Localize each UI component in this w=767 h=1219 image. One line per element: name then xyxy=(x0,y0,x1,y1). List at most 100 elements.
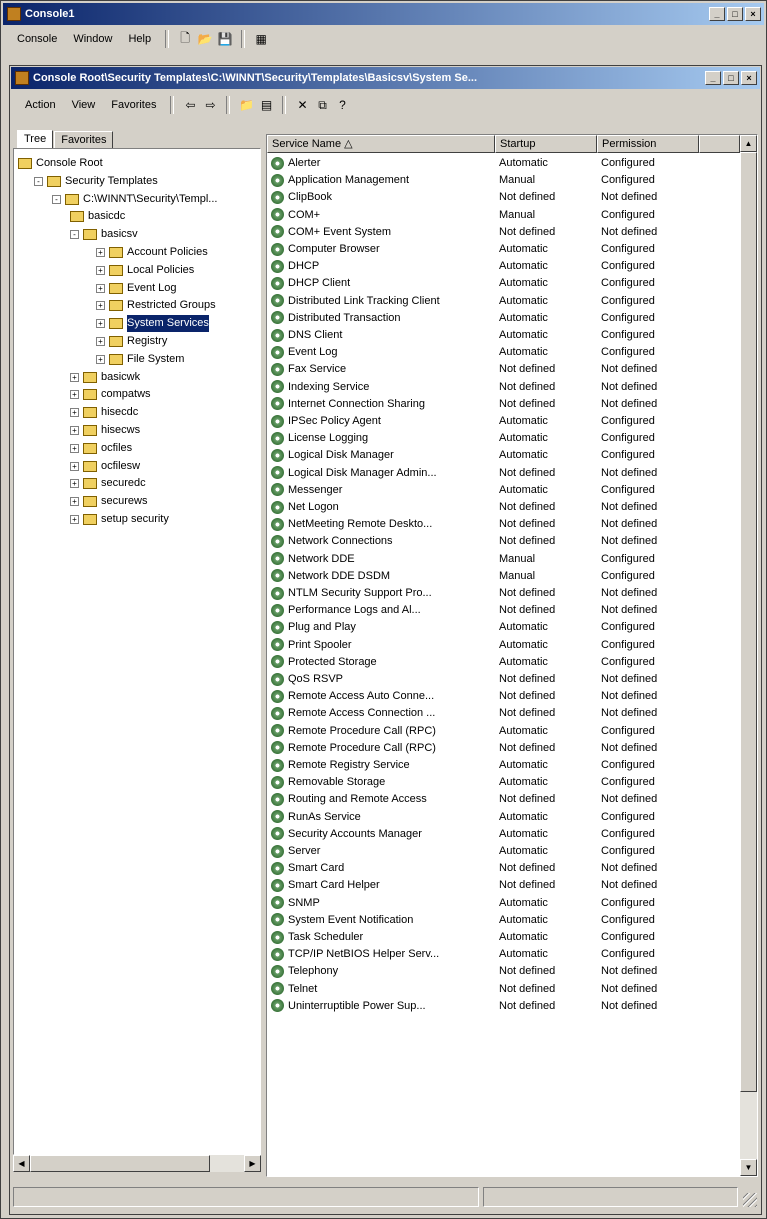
tree-node[interactable]: + Restricted Groups xyxy=(96,297,216,314)
table-row[interactable]: Plug and Play Automatic Configured xyxy=(267,619,737,636)
expand-icon[interactable]: + xyxy=(70,372,79,382)
table-row[interactable]: Remote Registry Service Automatic Configur… xyxy=(267,757,737,774)
expand-icon[interactable]: + xyxy=(70,515,79,524)
table-row[interactable]: NetMeeting Remote Deskto... Not defined No… xyxy=(267,516,737,533)
tree-view[interactable]: Console Root - Security Templates - C:\WINNT… xyxy=(13,148,261,1155)
inner-title-bar[interactable]: Console Root\Security Templates\C:\WINNT… xyxy=(11,67,760,89)
inner-minimize-button[interactable]: _ xyxy=(705,71,721,85)
menu-action[interactable]: Action xyxy=(17,99,64,111)
menu-view[interactable]: View xyxy=(64,99,104,111)
table-row[interactable]: Distributed Transaction Automatic Configur… xyxy=(267,310,737,327)
expand-icon[interactable]: + xyxy=(96,337,105,346)
table-row[interactable]: Net Logon Not defined Not defined xyxy=(267,499,737,516)
table-row[interactable]: Remote Procedure Call (RPC) Not defined No… xyxy=(267,740,737,757)
tree-node[interactable]: + File System xyxy=(96,351,184,368)
table-row[interactable]: Security Accounts Manager Automatic Config… xyxy=(267,826,737,843)
table-row[interactable]: Event Log Automatic Configured xyxy=(267,344,737,361)
table-row[interactable]: Network DDE DSDM Manual Configured xyxy=(267,568,737,585)
table-row[interactable]: DHCP Automatic Configured xyxy=(267,258,737,275)
table-row[interactable]: Remote Access Connection ... Not defined N… xyxy=(267,705,737,722)
tree-node[interactable]: + Local Policies xyxy=(96,262,194,279)
expand-icon[interactable]: + xyxy=(96,301,105,311)
tree-node[interactable]: - Security Templates xyxy=(34,173,158,190)
tree-node[interactable]: - basicsv xyxy=(70,226,138,243)
column-header-startup[interactable]: Startup xyxy=(495,135,597,153)
table-row[interactable]: Protected Storage Automatic Configured xyxy=(267,654,737,671)
expand-icon[interactable]: + xyxy=(70,443,79,453)
expand-icon[interactable]: + xyxy=(70,390,79,400)
table-row[interactable]: Routing and Remote Access Not defined Not … xyxy=(267,791,737,808)
collapse-icon[interactable]: - xyxy=(52,194,61,204)
tree-node[interactable]: + Registry xyxy=(96,333,167,350)
tree-node[interactable]: Console Root xyxy=(18,155,103,172)
tree-node[interactable]: + System Services xyxy=(96,315,209,333)
table-row[interactable]: Alerter Automatic Configured xyxy=(267,155,737,172)
back-arrow-icon[interactable]: ⇦ xyxy=(180,96,200,114)
table-row[interactable]: Smart Card Not defined Not defined xyxy=(267,860,737,877)
table-row[interactable]: Indexing Service Not defined Not defined xyxy=(267,379,737,396)
table-row[interactable]: Logical Disk Manager Admin... Not defined… xyxy=(267,465,737,482)
expand-icon[interactable]: + xyxy=(70,497,79,507)
save-icon[interactable]: 💾 xyxy=(215,30,235,48)
table-row[interactable]: Internet Connection Sharing Not defined No… xyxy=(267,396,737,413)
table-row[interactable]: Fax Service Not defined Not defined xyxy=(267,361,737,378)
tree-node[interactable]: + hisecdc xyxy=(70,404,138,421)
scroll-left-icon[interactable]: ◀ xyxy=(13,1155,30,1172)
properties-icon[interactable]: ⧉ xyxy=(312,96,332,114)
tree-node[interactable]: + Event Log xyxy=(96,280,177,297)
expand-icon[interactable]: + xyxy=(96,283,105,293)
outer-minimize-button[interactable]: _ xyxy=(709,7,725,21)
menu-console[interactable]: Console xyxy=(9,33,65,45)
table-row[interactable]: License Logging Automatic Configured xyxy=(267,430,737,447)
tree-node[interactable]: + hisecws xyxy=(70,422,140,439)
table-row[interactable]: Remote Access Auto Conne... Not defined No… xyxy=(267,688,737,705)
table-row[interactable]: Network Connections Not defined Not define… xyxy=(267,533,737,550)
help-icon[interactable]: ? xyxy=(332,96,352,114)
tab-tree[interactable]: Tree xyxy=(17,130,54,148)
table-row[interactable]: IPSec Policy Agent Automatic Configured xyxy=(267,413,737,430)
table-row[interactable]: Network DDE Manual Configured xyxy=(267,551,737,568)
column-header-permission[interactable]: Permission xyxy=(597,135,699,153)
tab-favorites[interactable]: Favorites xyxy=(54,131,114,148)
table-row[interactable]: Task Scheduler Automatic Configured xyxy=(267,929,737,946)
tree-node[interactable]: + compatws xyxy=(70,386,151,403)
up-folder-icon[interactable]: 📁 xyxy=(236,96,256,114)
table-row[interactable]: Uninterruptible Power Sup... Not defined N… xyxy=(267,998,737,1015)
tree-node[interactable]: - C:\WINNT\Security\Templ... xyxy=(52,191,217,208)
tree-node[interactable]: + ocfiles xyxy=(70,440,132,457)
expand-icon[interactable]: + xyxy=(96,248,105,257)
table-row[interactable]: Performance Logs and Al... Not defined Not… xyxy=(267,602,737,619)
menu-window[interactable]: Window xyxy=(65,33,120,45)
tree-scroll-thumb[interactable] xyxy=(30,1155,210,1172)
expand-icon[interactable]: + xyxy=(70,479,79,489)
expand-icon[interactable]: + xyxy=(70,461,79,471)
delete-icon[interactable]: ✕ xyxy=(292,96,312,114)
table-row[interactable]: COM+ Manual Configured xyxy=(267,207,737,224)
table-row[interactable]: Telnet Not defined Not defined xyxy=(267,981,737,998)
table-row[interactable]: System Event Notification Automatic Config… xyxy=(267,912,737,929)
tree-node[interactable]: basicdc xyxy=(70,208,125,225)
outer-title-bar[interactable]: Console1 _ □ × xyxy=(3,3,764,25)
show-hide-tree-icon[interactable]: ▤ xyxy=(256,96,276,114)
table-row[interactable]: QoS RSVP Not defined Not defined xyxy=(267,671,737,688)
table-row[interactable]: Logical Disk Manager Automatic Configured xyxy=(267,447,737,464)
scroll-up-icon[interactable]: ▲ xyxy=(740,135,757,152)
table-row[interactable]: Remote Procedure Call (RPC) Automatic Conf… xyxy=(267,723,737,740)
table-row[interactable]: Server Automatic Configured xyxy=(267,843,737,860)
table-row[interactable]: Distributed Link Tracking Client Automati… xyxy=(267,293,737,310)
services-list[interactable]: Service Name △ Startup Permission Alerte… xyxy=(267,135,740,1176)
tree-node[interactable]: + securedc xyxy=(70,475,146,492)
table-row[interactable]: Telephony Not defined Not defined xyxy=(267,963,737,980)
table-row[interactable]: ClipBook Not defined Not defined xyxy=(267,189,737,206)
table-row[interactable]: RunAs Service Automatic Configured xyxy=(267,809,737,826)
table-row[interactable]: Smart Card Helper Not defined Not defined xyxy=(267,877,737,894)
tree-node[interactable]: + securews xyxy=(70,493,147,510)
table-row[interactable]: Computer Browser Automatic Configured xyxy=(267,241,737,258)
table-row[interactable]: Messenger Automatic Configured xyxy=(267,482,737,499)
tree-node[interactable]: + Account Policies xyxy=(96,244,208,261)
expand-icon[interactable]: + xyxy=(96,319,105,329)
new-window-icon[interactable]: ▦ xyxy=(251,30,271,48)
inner-maximize-button[interactable]: □ xyxy=(723,71,739,85)
expand-icon[interactable]: + xyxy=(70,426,79,435)
resize-grip-icon[interactable] xyxy=(743,1193,757,1207)
